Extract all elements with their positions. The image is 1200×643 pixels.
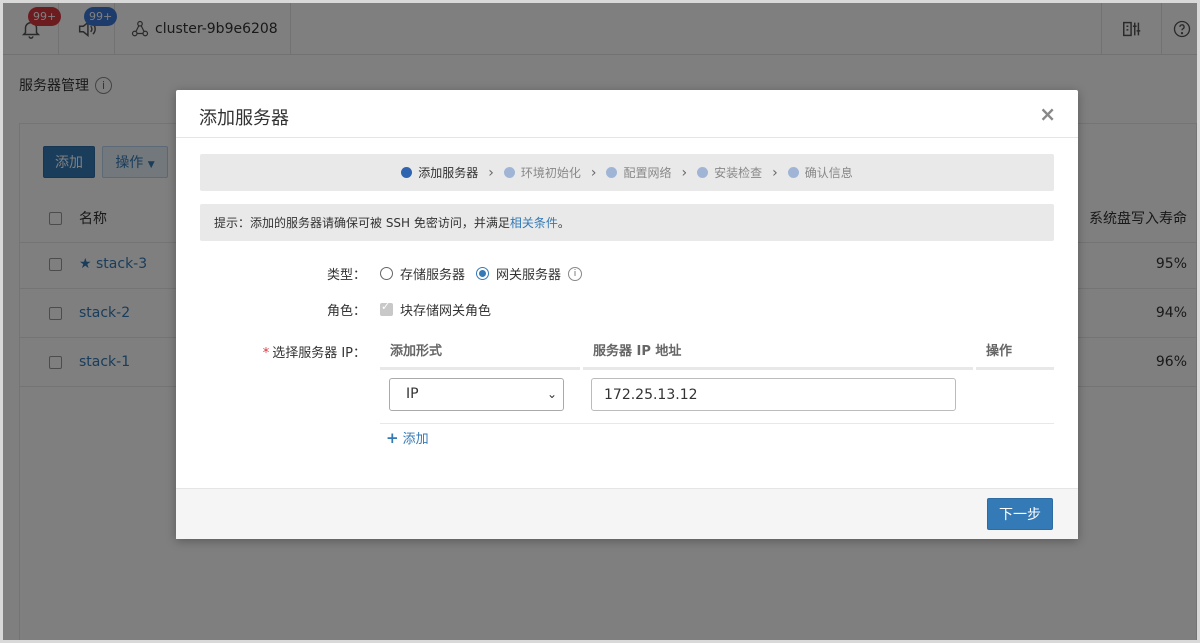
ip-label: * 选择服务器 IP： <box>236 342 366 361</box>
step-label: 环境初始化 <box>520 166 581 180</box>
role-option-label: 块存储网关角色 <box>400 304 492 319</box>
role-checkbox <box>380 300 393 316</box>
step-label: 添加服务器 <box>418 166 479 180</box>
step-dot <box>606 167 618 178</box>
storage-option-label: 存储服务器 <box>400 268 466 283</box>
col-ops-header: 操作 <box>976 337 1054 370</box>
wizard-steps: 添加服务器 › 环境初始化 › 配置网络 › 安装检查 › 确认信息 <box>200 154 1054 191</box>
step-label: 安装检查 <box>714 166 763 180</box>
plus-icon: + <box>386 428 399 447</box>
table-row: IP ⌄ <box>380 374 1054 424</box>
role-option: 块存储网关角色 <box>380 300 491 319</box>
storage-radio[interactable] <box>380 267 393 280</box>
method-select[interactable]: IP ⌄ <box>389 378 564 411</box>
ip-label-text: 选择服务器 IP： <box>272 346 366 361</box>
modal-header: 添加服务器 × <box>176 90 1078 138</box>
add-server-modal: 添加服务器 × 添加服务器 › 环境初始化 › 配置网络 › 安装检查 › 确认… <box>176 90 1078 539</box>
app-frame: 99+ 99+ cluster-9b9e6208 服务器管理 i 添加 操作 ▼… <box>0 0 1200 643</box>
step-label: 配置网络 <box>623 166 672 180</box>
add-row-button[interactable]: + 添加 <box>386 428 429 448</box>
gateway-option-label: 网关服务器 <box>496 268 562 283</box>
ip-input[interactable] <box>591 378 956 411</box>
role-label: 角色： <box>326 304 366 319</box>
modal-title: 添加服务器 <box>199 108 289 129</box>
requirements-link[interactable]: 相关条件 <box>510 214 558 231</box>
col-method-header: 添加形式 <box>380 337 580 370</box>
step-install-check: 安装检查 <box>697 164 762 181</box>
tip-text: 提示：添加的服务器请确保可被 SSH 免密访问，并满足 <box>214 216 510 230</box>
step-confirm: 确认信息 <box>787 164 853 181</box>
next-step-button[interactable]: 下一步 <box>987 498 1053 530</box>
type-storage-option[interactable]: 存储服务器 <box>380 264 465 283</box>
modal-footer: 下一步 <box>176 488 1078 539</box>
step-dot <box>401 167 413 178</box>
gateway-radio[interactable] <box>476 267 489 280</box>
tip-banner: 提示：添加的服务器请确保可被 SSH 免密访问，并满足 相关条件。 <box>200 204 1054 241</box>
required-mark: * <box>262 346 270 361</box>
chevron-right-icon: › <box>488 164 494 181</box>
step-env-init: 环境初始化 <box>503 164 581 181</box>
step-label: 确认信息 <box>804 166 853 180</box>
chevron-right-icon: › <box>681 164 688 181</box>
col-ip-header: 服务器 IP 地址 <box>583 337 973 370</box>
step-dot <box>697 167 709 178</box>
step-add-server: 添加服务器 <box>401 164 478 181</box>
add-row-label: 添加 <box>402 432 429 447</box>
method-value: IP <box>406 386 419 402</box>
step-dot <box>503 167 515 178</box>
step-config-network: 配置网络 <box>606 164 672 181</box>
info-icon[interactable]: i <box>568 266 583 281</box>
close-icon[interactable]: × <box>1039 102 1056 126</box>
tip-suffix: 。 <box>557 216 570 230</box>
chevron-down-icon: ⌄ <box>546 387 557 401</box>
step-dot <box>787 167 799 178</box>
type-label: 类型： <box>326 268 366 283</box>
chevron-right-icon: › <box>772 164 778 181</box>
chevron-right-icon: › <box>590 164 597 181</box>
type-gateway-option[interactable]: 网关服务器 i <box>476 264 583 283</box>
